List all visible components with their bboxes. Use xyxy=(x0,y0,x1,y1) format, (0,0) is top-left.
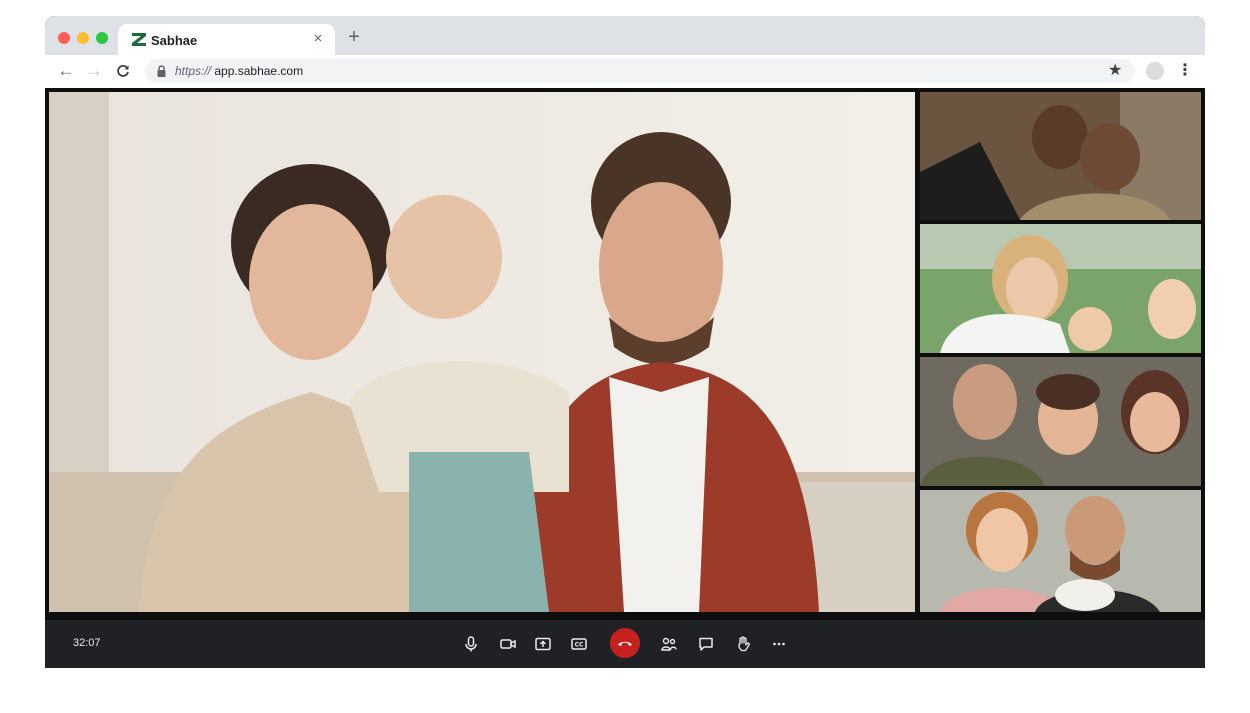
forward-arrow-icon[interactable]: → xyxy=(84,61,104,81)
url-scheme: https:// xyxy=(175,64,212,78)
captions-icon[interactable]: CC xyxy=(567,632,591,656)
participant-video-tile-3[interactable] xyxy=(920,357,1201,486)
new-tab-button[interactable]: + xyxy=(344,27,364,47)
microphone-icon[interactable] xyxy=(459,632,483,656)
address-bar[interactable]: https:// app.sabhae.com xyxy=(145,59,1135,83)
main-video-tile[interactable] xyxy=(49,92,915,612)
close-window-icon[interactable] xyxy=(58,32,70,44)
back-arrow-icon[interactable]: ← xyxy=(56,61,76,81)
call-timer: 32:07 xyxy=(73,637,101,649)
browser-window: Sabhae × + ← → https:// app.sabhae.com ★… xyxy=(45,16,1205,668)
url-text: https:// app.sabhae.com xyxy=(175,64,303,78)
profile-avatar[interactable] xyxy=(1146,62,1164,80)
bookmark-star-icon[interactable]: ★ xyxy=(1108,60,1122,82)
participant-video-image-3 xyxy=(920,357,1201,486)
sabhae-logo-icon xyxy=(132,33,146,46)
participant-video-tile-4[interactable] xyxy=(920,490,1201,612)
minimize-window-icon[interactable] xyxy=(77,32,89,44)
reload-icon[interactable] xyxy=(113,61,133,81)
end-call-button[interactable] xyxy=(610,628,640,658)
participant-video-tile-1[interactable] xyxy=(920,92,1201,220)
svg-text:CC: CC xyxy=(575,642,584,649)
end-call-icon xyxy=(618,641,632,646)
main-video-image xyxy=(49,92,915,612)
browser-tab[interactable]: Sabhae × xyxy=(118,24,335,55)
call-control-bar: 32:07 CC xyxy=(45,620,1205,668)
browser-menu-icon[interactable]: ⋮ xyxy=(1177,61,1193,81)
participant-video-image-1 xyxy=(920,92,1201,220)
participant-video-image-2 xyxy=(920,224,1201,353)
more-icon[interactable] xyxy=(767,632,791,656)
participant-video-image-4 xyxy=(920,490,1201,612)
share-screen-icon[interactable] xyxy=(531,632,555,656)
tab-close-icon[interactable]: × xyxy=(309,30,327,48)
lock-icon xyxy=(157,65,166,77)
video-stage xyxy=(45,88,1205,620)
chat-icon[interactable] xyxy=(694,632,718,656)
tab-strip: Sabhae × + xyxy=(45,16,1205,55)
raise-hand-icon[interactable] xyxy=(731,632,755,656)
participant-video-tile-2[interactable] xyxy=(920,224,1201,353)
camera-icon[interactable] xyxy=(496,632,520,656)
url-host: app.sabhae.com xyxy=(214,64,304,78)
address-toolbar: ← → https:// app.sabhae.com ★ ⋮ xyxy=(45,55,1205,88)
tab-title: Sabhae xyxy=(151,33,198,48)
participants-icon[interactable] xyxy=(657,632,681,656)
maximize-window-icon[interactable] xyxy=(96,32,108,44)
